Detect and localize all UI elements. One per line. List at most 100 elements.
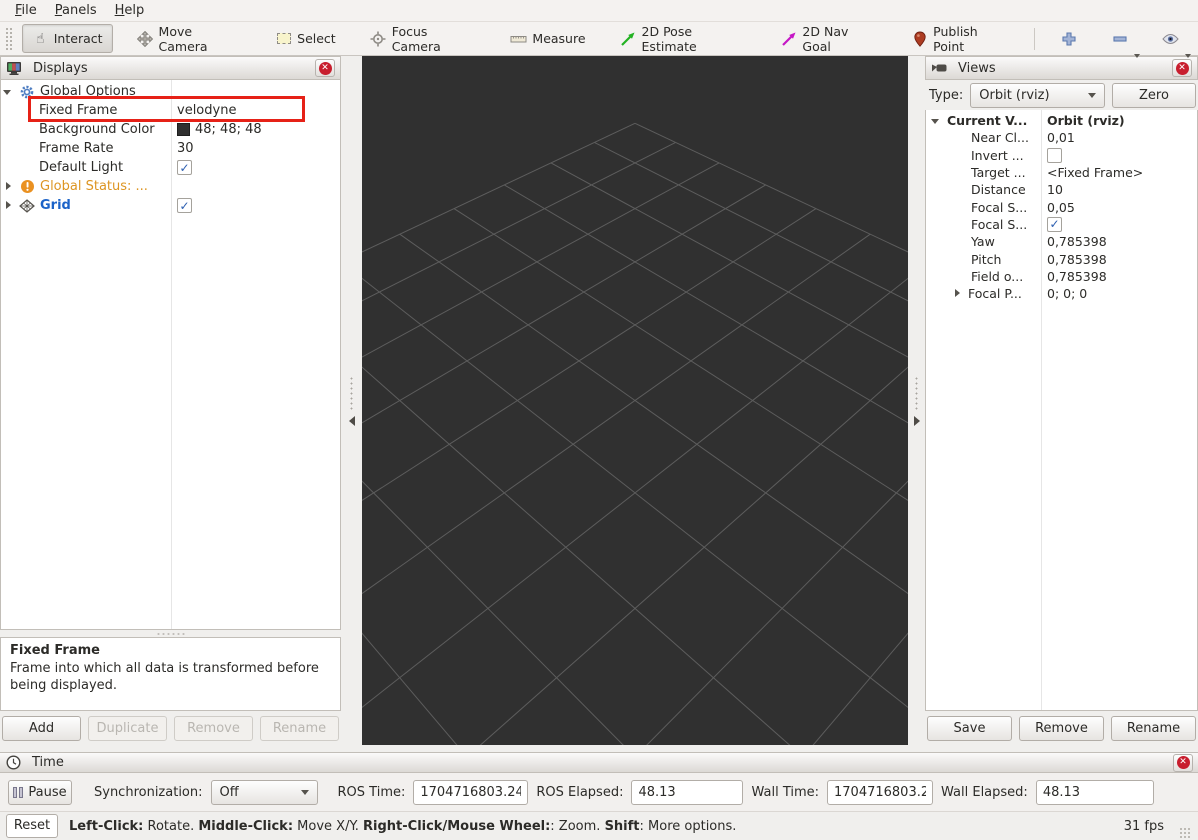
tool-label: Measure [532, 31, 585, 46]
displays-splitter[interactable] [0, 630, 341, 637]
tree-row[interactable]: Frame Rate30 [1, 139, 340, 158]
tree-row[interactable]: Distance 10 [926, 181, 1197, 198]
tree-row[interactable]: Grid✓ [1, 196, 340, 215]
color-swatch [177, 123, 190, 136]
expander-right-icon[interactable] [952, 289, 962, 299]
views-panel-header[interactable]: Views ✕ [925, 56, 1198, 80]
measure-tool-button[interactable]: Measure [500, 24, 595, 53]
tree-row[interactable]: Global Options [1, 82, 340, 101]
checkbox-checked[interactable]: ✓ [177, 160, 192, 175]
publish-point-tool-button[interactable]: Publish Point [901, 18, 1019, 60]
views-tree: Current V...Orbit (rviz)Near Cl...0,01In… [925, 110, 1198, 711]
displays-panel-header[interactable]: Displays ✕ [0, 56, 341, 80]
pose-estimate-tool-button[interactable]: 2D Pose Estimate [610, 18, 757, 60]
expander-down-icon[interactable] [931, 116, 941, 126]
time-panel-header[interactable]: Time ✕ [0, 752, 1198, 773]
menu-help[interactable]: Help [106, 2, 154, 19]
checkbox-checked[interactable]: ✓ [177, 198, 192, 213]
collapse-right-icon[interactable] [914, 416, 920, 426]
render-viewport-3d[interactable] [362, 56, 908, 745]
property-name-cell: Focal P... [926, 285, 1041, 302]
property-value-cell[interactable]: velodyne [171, 103, 236, 118]
interact-tool-button[interactable]: ☝ Interact [22, 24, 113, 53]
tree-row[interactable]: Focal S...0,05 [926, 198, 1197, 215]
visibility-tool-button[interactable] [1152, 24, 1189, 53]
views-close-button[interactable]: ✕ [1172, 59, 1192, 77]
ros-elapsed-field[interactable] [631, 780, 743, 805]
save-button[interactable]: Save [927, 716, 1012, 741]
property-value-cell[interactable]: 0,01 [1041, 130, 1075, 145]
tree-row[interactable]: Default Light✓ [1, 158, 340, 177]
property-value-cell[interactable]: 0,785398 [1041, 234, 1107, 249]
property-value-cell[interactable]: 30 [171, 141, 194, 156]
property-value-cell[interactable] [1041, 148, 1062, 163]
rename-button[interactable]: Rename [260, 716, 339, 741]
property-value-cell[interactable]: 0,785398 [1041, 252, 1107, 267]
rename-view-button[interactable]: Rename [1111, 716, 1196, 741]
property-value-cell[interactable]: ✓ [1041, 217, 1062, 232]
tree-row[interactable]: Background Color48; 48; 48 [1, 120, 340, 139]
checkbox-checked[interactable]: ✓ [1047, 217, 1062, 232]
focus-camera-tool-button[interactable]: Focus Camera [360, 18, 487, 60]
ros-time-field[interactable] [413, 780, 528, 805]
duplicate-button[interactable]: Duplicate [88, 716, 167, 741]
property-value-cell[interactable]: <Fixed Frame> [1041, 165, 1143, 180]
property-value-cell[interactable]: ✓ [171, 160, 192, 175]
tree-row[interactable]: Near Cl...0,01 [926, 129, 1197, 146]
remove-view-button[interactable]: Remove [1019, 716, 1104, 741]
tree-row[interactable]: Field o...0,785398 [926, 268, 1197, 285]
time-panel-title: Time [32, 755, 1167, 770]
tree-row[interactable]: Focal P...0; 0; 0 [926, 285, 1197, 302]
property-value-cell[interactable]: 48; 48; 48 [171, 122, 262, 137]
tree-row[interactable]: Yaw0,785398 [926, 233, 1197, 250]
move-camera-tool-button[interactable]: Move Camera [127, 18, 252, 60]
splitter-handle[interactable] [914, 376, 919, 410]
property-value-cell[interactable]: ✓ [171, 198, 192, 213]
property-value: Orbit (rviz) [1047, 113, 1125, 128]
expander-right-icon[interactable] [3, 182, 13, 192]
displays-close-button[interactable]: ✕ [315, 59, 335, 77]
pause-button[interactable]: Pause [8, 780, 72, 805]
tree-row[interactable]: Current V...Orbit (rviz) [926, 112, 1197, 129]
property-value-cell[interactable]: 0; 0; 0 [1041, 286, 1087, 301]
wall-time-field[interactable] [827, 780, 933, 805]
tool-label: Focus Camera [392, 24, 477, 54]
toolbar-drag-handle[interactable] [5, 27, 12, 51]
menu-panels[interactable]: Panels [46, 2, 106, 19]
chevron-down-icon [301, 790, 309, 795]
right-splitter[interactable] [908, 56, 925, 745]
wall-elapsed-field[interactable] [1036, 780, 1154, 805]
splitter-handle[interactable] [349, 376, 354, 410]
property-value-cell[interactable]: 0,05 [1041, 200, 1075, 215]
tree-row[interactable]: Fixed Framevelodyne [1, 101, 340, 120]
menu-file[interactable]: File [6, 2, 46, 19]
tree-row[interactable]: Global Status: ... [1, 177, 340, 196]
tree-row[interactable]: Pitch0,785398 [926, 250, 1197, 267]
collapse-left-icon[interactable] [349, 416, 355, 426]
checkbox-unchecked[interactable] [1047, 148, 1062, 163]
property-value-cell[interactable]: Orbit (rviz) [1041, 113, 1125, 128]
expander-down-icon[interactable] [3, 87, 13, 97]
property-name-cell: Distance [926, 181, 1041, 198]
left-splitter[interactable] [341, 56, 362, 745]
sync-combo[interactable]: Off [211, 780, 318, 805]
tree-row[interactable]: Invert ... [926, 147, 1197, 164]
property-name: Distance [971, 182, 1026, 197]
resize-grip[interactable] [1179, 827, 1192, 840]
add-tool-button[interactable] [1050, 24, 1087, 53]
select-tool-button[interactable]: Select [265, 24, 346, 53]
tree-row[interactable]: Target ...<Fixed Frame> [926, 164, 1197, 181]
property-value-cell[interactable]: 10 [1041, 182, 1063, 197]
reset-button[interactable]: Reset [6, 814, 58, 838]
tree-row[interactable]: Focal S...✓ [926, 216, 1197, 233]
time-close-button[interactable]: ✕ [1173, 754, 1193, 772]
add-button[interactable]: Add [2, 716, 81, 741]
zero-button[interactable]: Zero [1112, 83, 1196, 108]
view-type-combo[interactable]: Orbit (rviz) [970, 83, 1105, 108]
property-value-cell[interactable]: 0,785398 [1041, 269, 1107, 284]
nav-goal-tool-button[interactable]: 2D Nav Goal [770, 18, 887, 60]
remove-button[interactable]: Remove [174, 716, 253, 741]
remove-tool-button[interactable] [1101, 24, 1138, 53]
mouse-help-segment: Middle-Click: [198, 819, 293, 834]
expander-right-icon[interactable] [3, 201, 13, 211]
